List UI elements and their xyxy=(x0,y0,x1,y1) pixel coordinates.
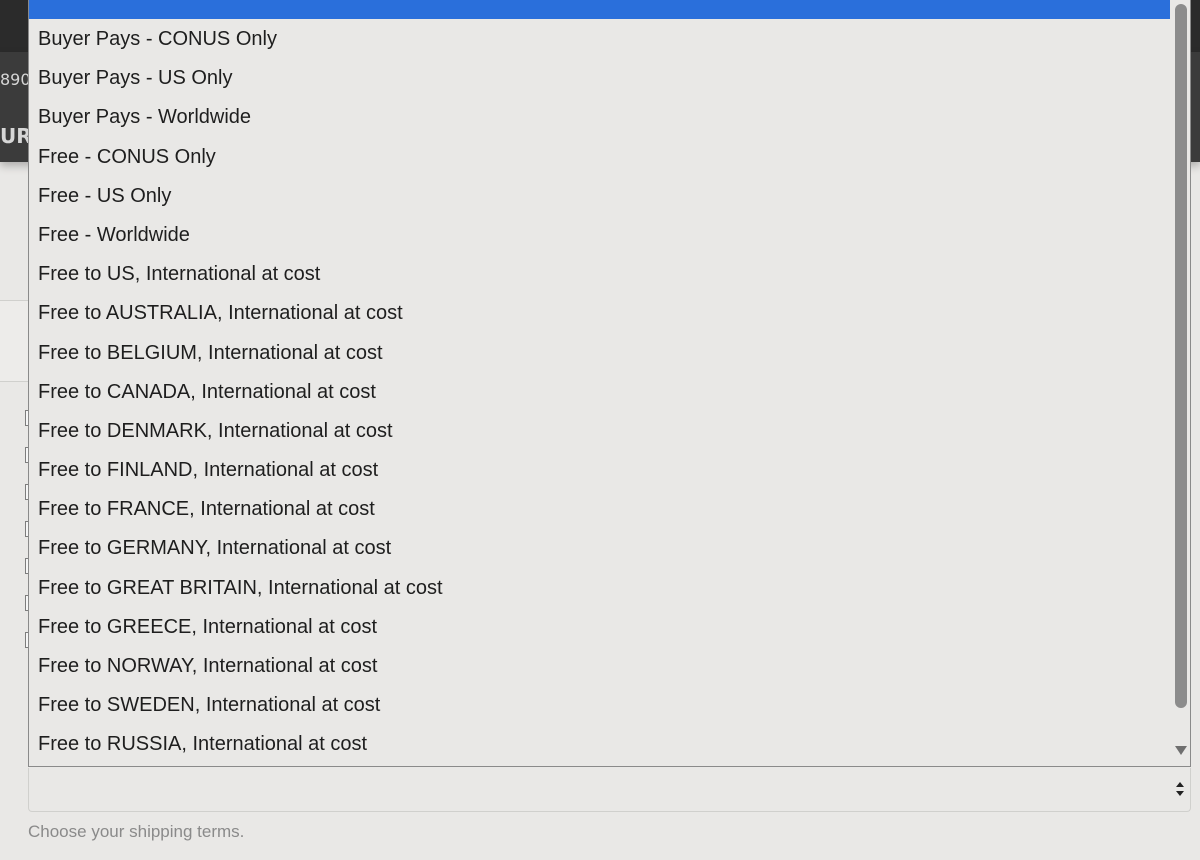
option-free-to-denmark[interactable]: Free to DENMARK, International at cost xyxy=(29,412,1170,451)
shipping-terms-help-text: Choose your shipping terms. xyxy=(28,822,245,841)
select-updown-arrows-icon xyxy=(1176,782,1184,796)
highlighted-option[interactable] xyxy=(29,0,1170,19)
option-list: Buyer Pays - CONUS Only Buyer Pays - US … xyxy=(29,20,1170,765)
shipping-terms-select[interactable] xyxy=(28,768,1191,812)
option-free-to-norway[interactable]: Free to NORWAY, International at cost xyxy=(29,647,1170,686)
option-free-to-russia[interactable]: Free to RUSSIA, International at cost xyxy=(29,725,1170,764)
option-free-to-belgium[interactable]: Free to BELGIUM, International at cost xyxy=(29,334,1170,373)
option-free-to-us[interactable]: Free to US, International at cost xyxy=(29,255,1170,294)
dropdown-scrollbar[interactable] xyxy=(1171,0,1190,766)
option-free-to-canada[interactable]: Free to CANADA, International at cost xyxy=(29,373,1170,412)
scrollbar-thumb[interactable] xyxy=(1175,4,1187,708)
option-free-worldwide[interactable]: Free - Worldwide xyxy=(29,216,1170,255)
scroll-down-arrow-icon[interactable] xyxy=(1175,746,1187,755)
option-free-to-australia[interactable]: Free to AUSTRALIA, International at cost xyxy=(29,294,1170,333)
option-buyer-pays-conus[interactable]: Buyer Pays - CONUS Only xyxy=(29,20,1170,59)
option-free-to-france[interactable]: Free to FRANCE, International at cost xyxy=(29,490,1170,529)
option-buyer-pays-worldwide[interactable]: Buyer Pays - Worldwide xyxy=(29,98,1170,137)
option-free-to-finland[interactable]: Free to FINLAND, International at cost xyxy=(29,451,1170,490)
option-free-to-greece[interactable]: Free to GREECE, International at cost xyxy=(29,608,1170,647)
option-buyer-pays-us[interactable]: Buyer Pays - US Only xyxy=(29,59,1170,98)
option-free-to-germany[interactable]: Free to GERMANY, International at cost xyxy=(29,529,1170,568)
shipping-terms-dropdown-list[interactable]: Buyer Pays - CONUS Only Buyer Pays - US … xyxy=(28,0,1191,767)
option-free-us[interactable]: Free - US Only xyxy=(29,177,1170,216)
option-free-to-sweden[interactable]: Free to SWEDEN, International at cost xyxy=(29,686,1170,725)
option-free-conus[interactable]: Free - CONUS Only xyxy=(29,138,1170,177)
option-free-to-great-britain[interactable]: Free to GREAT BRITAIN, International at … xyxy=(29,569,1170,608)
